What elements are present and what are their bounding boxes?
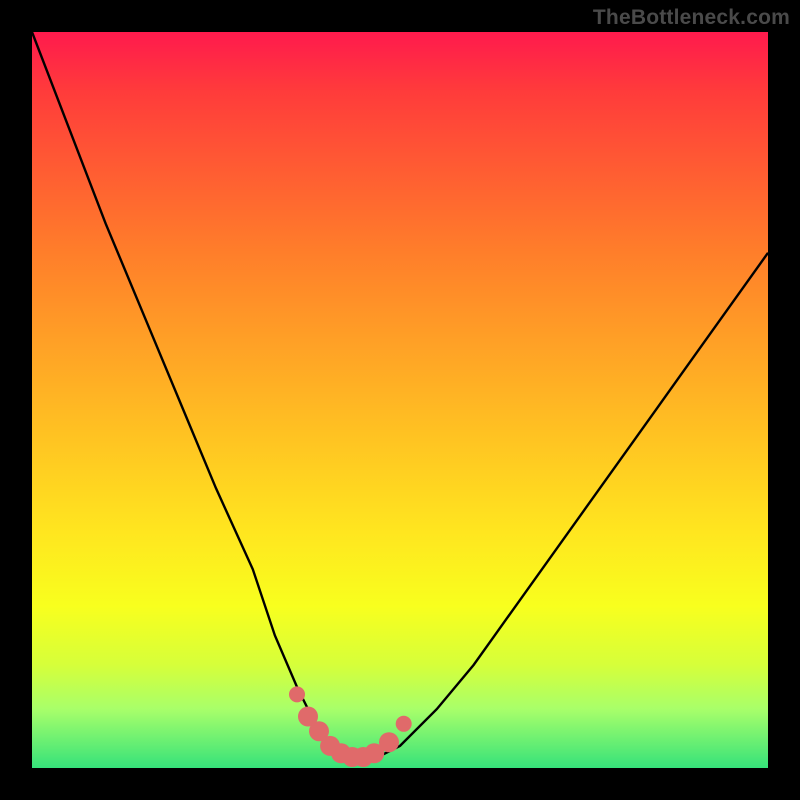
chart-frame: TheBottleneck.com	[0, 0, 800, 800]
marker-dot	[396, 716, 412, 732]
watermark-text: TheBottleneck.com	[593, 6, 790, 30]
bottleneck-curve	[32, 32, 768, 761]
optimal-zone-markers	[289, 686, 412, 767]
marker-dot	[289, 686, 305, 702]
chart-svg	[32, 32, 768, 768]
marker-dot	[379, 732, 399, 752]
